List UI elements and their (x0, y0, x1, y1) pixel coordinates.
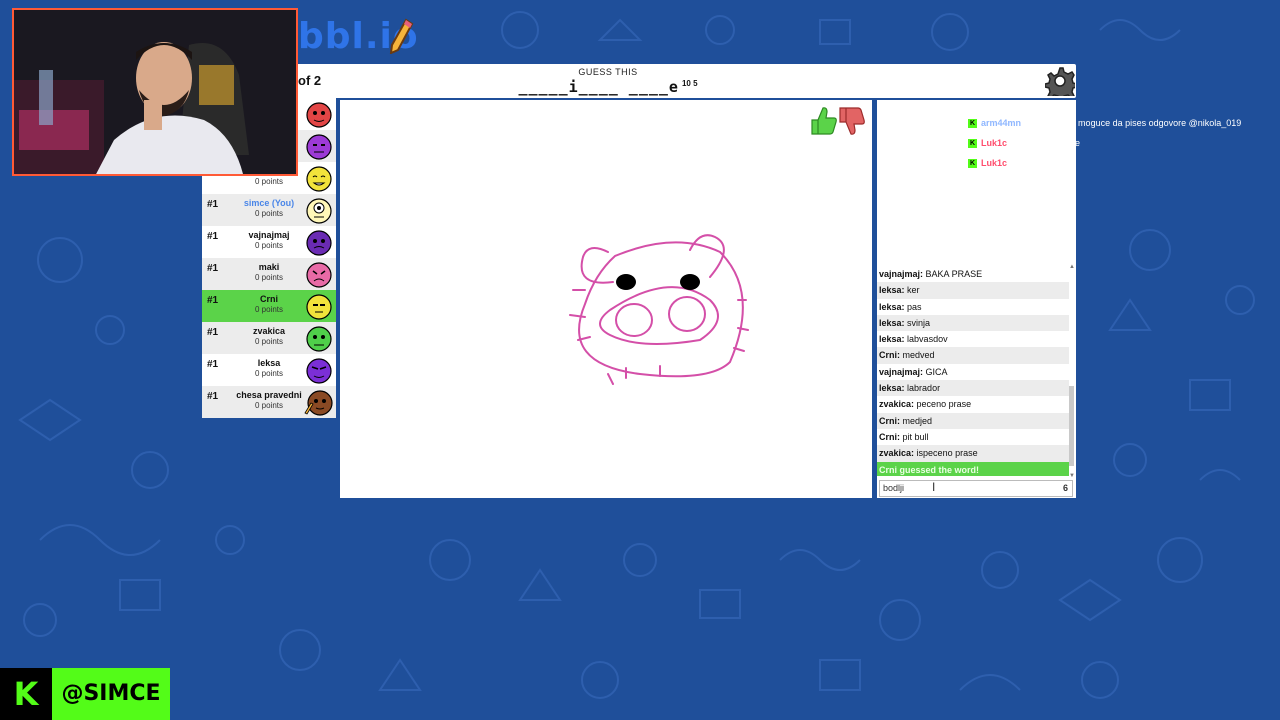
top-bar: of 2 GUESS THIS _____i____ ____e 10 5 (202, 64, 1076, 98)
webcam-feed (12, 8, 298, 176)
guess-label: GUESS THIS (578, 67, 638, 77)
chat-message: zvakica: peceno prase (879, 399, 972, 410)
avatar (306, 262, 332, 288)
chat-message: vajnajmaj: GICA (879, 366, 948, 377)
scroll-up-icon[interactable]: ▲ (1069, 264, 1075, 270)
player-row[interactable]: #1 zvakica 0 points (202, 322, 336, 354)
player-row-self[interactable]: #1 simce (You) 0 points (202, 194, 336, 226)
stream-chat-text: : bodljikavo prase (1010, 138, 1081, 148)
chat-message: Crni: pit bull (879, 431, 929, 442)
chat-correct-guess: Crni guessed the word! (877, 461, 1069, 476)
kick-logo-icon: K (0, 668, 52, 720)
stream-banner: K @SIMCE (0, 668, 170, 720)
chat-message: zvakica: ispeceno prase (877, 445, 1069, 462)
scroll-thumb[interactable] (1069, 386, 1074, 466)
streamer-image (14, 10, 296, 174)
pig-drawing (569, 234, 749, 385)
text-cursor-icon: I (932, 480, 936, 494)
stream-chat-text: : moja losa (1010, 158, 1054, 168)
avatar (306, 326, 332, 352)
avatar (304, 390, 333, 416)
avatar (306, 294, 332, 320)
stream-chat-line: K Luk1c: moja losa (968, 153, 1268, 173)
word-hint-text: _____i____ ____e (518, 78, 679, 96)
chat-message: leksa: svinja (877, 314, 1069, 332)
player-row[interactable]: #1 vajnajmaj 0 points (202, 226, 336, 258)
player-row[interactable]: #1 maki 0 points (202, 258, 336, 290)
guess-input-value: bodlji (883, 483, 905, 493)
avatar (306, 166, 332, 192)
avatar (306, 134, 332, 160)
stream-chat-line: K Luk1c: bodljikavo prase (968, 133, 1268, 153)
drawing-canvas[interactable] (340, 100, 872, 498)
guess-input[interactable]: bodlji 6 (879, 480, 1073, 497)
kick-badge-icon: K (968, 118, 977, 128)
chat-message: leksa: ker (877, 282, 1069, 299)
avatar (306, 358, 332, 384)
kick-badge-icon: K (968, 138, 977, 148)
streamer-handle: @SIMCE (52, 668, 170, 720)
chat-message: vajnajmaj: BAKA PRASE (879, 269, 983, 279)
gear-icon[interactable] (1045, 66, 1075, 96)
avatar (306, 102, 332, 128)
stream-chat-text: : au druze jel moguce da pises odgovore … (1024, 118, 1242, 128)
stream-chat-user: Luk1c (981, 158, 1008, 168)
stream-chat-line: Karm44mn: au druze jel moguce da pises o… (968, 113, 1268, 133)
pencil-icon (389, 18, 414, 54)
chat-message: Crni: medved (877, 347, 1069, 364)
chat-scrollbar[interactable]: ▲ ▼ (1069, 264, 1075, 479)
stream-chat-overlay: Karm44mn: au druze jel moguce da pises o… (968, 113, 1268, 173)
word-lengths: 10 5 (681, 79, 698, 88)
chat-message: Crni: medjed (877, 412, 1069, 429)
kick-badge-icon: K (968, 158, 977, 168)
chat-message: leksa: labvasdov (879, 334, 948, 345)
stream-chat-user: arm44mn (981, 118, 1022, 128)
chat-message: leksa: pas (879, 301, 922, 312)
avatar (306, 230, 332, 256)
char-count: 6 (1062, 483, 1068, 493)
stream-chat-user: Luk1c (981, 138, 1008, 148)
word-hint: _____i____ ____e 10 5 (202, 78, 1014, 96)
chat-message: leksa: labrador (877, 380, 1069, 397)
avatar (306, 198, 332, 224)
player-row-drawing[interactable]: #1 chesa pravedni 0 points (202, 386, 336, 418)
chat-message-list[interactable]: vajnajmaj: BAKA PRASE leksa: ker leksa: … (877, 266, 1069, 476)
player-row-guessed[interactable]: #1 Crni 0 points (202, 290, 336, 322)
scroll-down-icon[interactable]: ▼ (1069, 473, 1075, 479)
player-row[interactable]: #1 leksa 0 points (202, 354, 336, 386)
